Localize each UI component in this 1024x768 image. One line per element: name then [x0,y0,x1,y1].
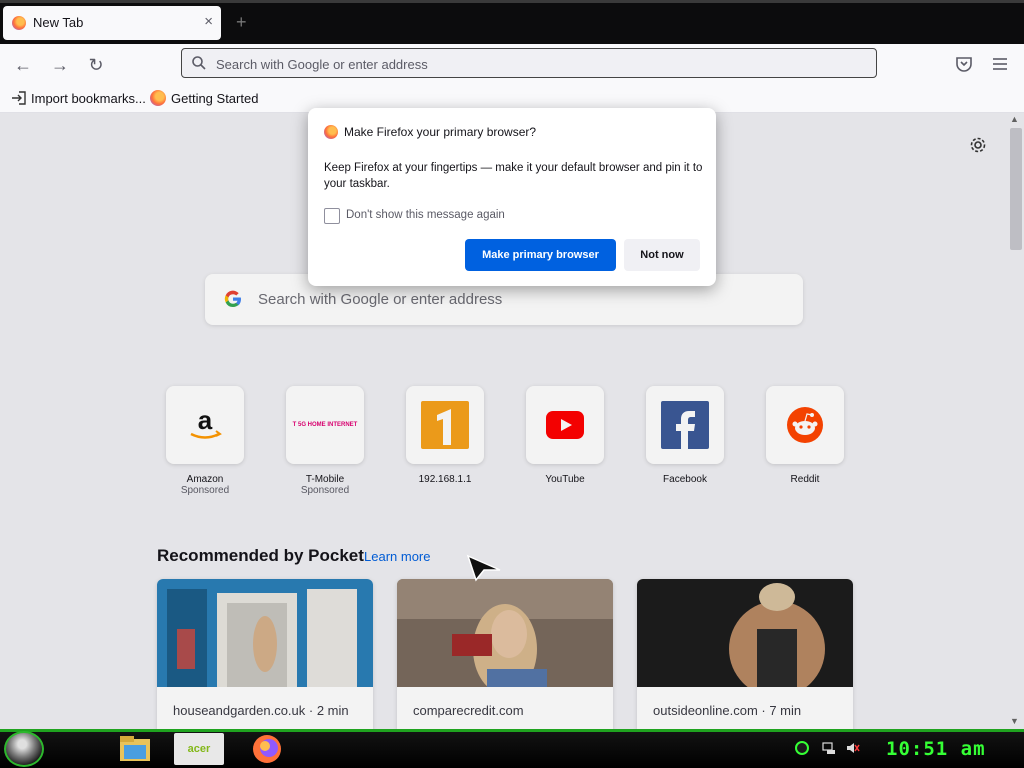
tab-title: New Tab [33,15,84,30]
default-browser-dialog: Make Firefox your primary browser? Keep … [308,108,716,286]
import-icon [12,91,26,105]
dialog-body: Keep Firefox at your fingertips — make i… [324,162,703,190]
url-placeholder: Search with Google or enter address [216,57,428,72]
firefox-icon[interactable] [242,733,292,765]
window-top-border [0,0,1024,3]
taskbar-clock[interactable]: 10:51 am [886,738,986,760]
file-explorer-icon[interactable] [110,733,160,765]
new-tab-button[interactable]: + [236,12,247,33]
make-primary-browser-button[interactable]: Make primary browser [465,239,616,271]
pocket-icon[interactable] [954,54,974,74]
reload-icon[interactable]: ↻ [85,54,107,76]
tab-new-tab[interactable]: New Tab × [3,6,221,40]
search-icon [192,56,206,70]
acer-icon[interactable]: acer [174,733,224,765]
back-icon[interactable]: ← [12,54,34,76]
checkbox-label[interactable]: Don't show this message again [346,209,505,221]
mouse-cursor-icon [466,554,501,582]
taskbar-accent-line [0,729,1024,732]
forward-icon[interactable]: → [49,54,71,76]
dont-show-checkbox[interactable] [324,208,340,224]
firefox-icon [150,90,166,106]
firefox-icon [12,16,26,30]
firefox-icon [324,125,338,139]
tray-status-icon[interactable] [795,741,809,755]
bookmark-getting-started[interactable]: Getting Started [171,91,258,106]
close-icon[interactable]: × [204,13,213,30]
volume-muted-icon[interactable] [846,741,860,755]
not-now-button[interactable]: Not now [624,239,700,271]
network-icon[interactable] [822,741,836,755]
bookmark-import[interactable]: Import bookmarks... [31,91,146,106]
dialog-title: Make Firefox your primary browser? [344,125,537,139]
start-button[interactable] [4,731,44,767]
hamburger-menu-icon[interactable] [990,54,1010,74]
url-bar[interactable]: Search with Google or enter address [181,48,877,78]
